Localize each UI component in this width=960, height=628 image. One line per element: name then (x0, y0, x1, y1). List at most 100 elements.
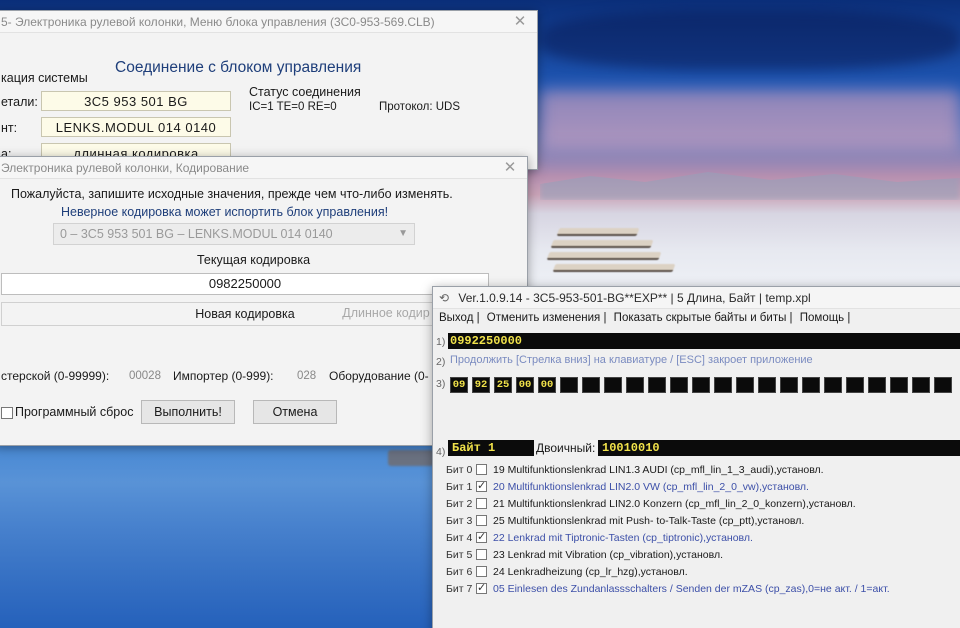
bit-row: Бит 1 20 Multifunktionslenkrad LIN2.0 VW … (446, 478, 809, 495)
bit-description: 20 Multifunktionslenkrad LIN2.0 VW (cp_m… (493, 481, 809, 493)
bit-row: Бит 0 19 Multifunktionslenkrad LIN1.3 AUD… (446, 462, 824, 478)
bit-description: 25 Multifunktionslenkrad mit Push- to-Ta… (493, 515, 805, 527)
bit-label: Бит 7 (446, 583, 473, 595)
importer-value[interactable]: 028 (297, 370, 316, 382)
bit-description: 19 Multifunktionslenkrad LIN1.3 AUDI (cp… (493, 464, 824, 476)
step-1-number: 1) (436, 336, 446, 348)
soft-reset-label: Программный сброс (15, 405, 134, 419)
empty-byte-cell[interactable] (780, 377, 798, 393)
window-title-bar: 5- Электроника рулевой колонки, Меню бло… (0, 11, 537, 33)
execute-button[interactable]: Выполнить! (141, 400, 235, 424)
coding-warning: Неверное кодировка может испортить блок … (61, 205, 389, 219)
chevron-down-icon: ▼ (398, 228, 408, 239)
menu-item-show-hidden[interactable]: Показать скрытые байты и биты | (614, 312, 793, 324)
close-icon[interactable]: ✕ (501, 157, 519, 178)
byte-cell-4[interactable]: 00 (538, 377, 556, 393)
bit-description: 23 Lenkrad mit Vibration (cp_vibration),… (493, 549, 724, 561)
byte-cell-3[interactable]: 00 (516, 377, 534, 393)
equipment-label: Оборудование (0- (329, 369, 429, 383)
cancel-button[interactable]: Отмена (253, 400, 337, 424)
byte-cell-2[interactable]: 25 (494, 377, 512, 393)
connection-status-title: Статус соединения (249, 85, 361, 99)
byte-cell-0[interactable]: 09 (450, 377, 468, 393)
empty-byte-cell[interactable] (626, 377, 644, 393)
bit-row: Бит 3 25 Multifunktionslenkrad mit Push- … (446, 513, 804, 529)
window-title: Электроника рулевой колонки, Кодирование (1, 161, 250, 175)
empty-byte-cell[interactable] (934, 377, 952, 393)
empty-byte-cell[interactable] (582, 377, 600, 393)
wallpaper-driftwood (546, 228, 678, 288)
byte-label-field: Байт 1 (448, 440, 534, 456)
bit-row: Бит 5 23 Lenkrad mit Vibration (cp_vibrat… (446, 547, 723, 563)
control-unit-select[interactable]: 0 – 3C5 953 501 BG – LENKS.MODUL 014 014… (53, 223, 415, 245)
empty-byte-cell[interactable] (648, 377, 666, 393)
part-number-field: 3C5 953 501 BG (41, 91, 231, 111)
bit-description: 05 Einlesen des Zundanlassschalters / Se… (493, 583, 890, 595)
step-3-number: 3) (436, 378, 446, 390)
empty-byte-cell[interactable] (758, 377, 776, 393)
empty-byte-cell[interactable] (868, 377, 886, 393)
app-icon: ⟲ (439, 291, 450, 305)
bit-label: Бит 5 (446, 549, 473, 561)
empty-byte-cell[interactable] (692, 377, 710, 393)
step-4-number: 4) (436, 446, 446, 458)
bit-checkbox[interactable] (476, 498, 487, 509)
empty-byte-cell[interactable] (714, 377, 732, 393)
bit-checkbox[interactable] (476, 464, 487, 475)
empty-byte-cell[interactable] (736, 377, 754, 393)
coding-value-field[interactable]: 0992250000 (448, 333, 960, 349)
bit-row: Бит 6 24 Lenkradheizung (cp_lr_hzg),устан… (446, 564, 688, 580)
empty-byte-cell[interactable] (604, 377, 622, 393)
bit-label: Бит 2 (446, 498, 473, 510)
importer-label: Импортер (0-999): (173, 369, 274, 383)
bit-label: Бит 1 (446, 481, 473, 493)
window-title-bar: Электроника рулевой колонки, Кодирование… (0, 157, 527, 179)
menu-item-exit[interactable]: Выход | (439, 312, 480, 324)
empty-byte-cell[interactable] (560, 377, 578, 393)
bit-description: 24 Lenkradheizung (cp_lr_hzg),установл. (493, 566, 688, 578)
bit-row: Бит 2 21 Multifunktionslenkrad LIN2.0 Kon… (446, 496, 856, 512)
workshop-code-label: стерской (0-99999): (1, 369, 110, 383)
component-label: нт: (1, 121, 18, 135)
menu-item-help[interactable]: Помощь | (800, 312, 851, 324)
empty-byte-cell[interactable] (824, 377, 842, 393)
empty-byte-cell[interactable] (846, 377, 864, 393)
empty-byte-cell[interactable] (670, 377, 688, 393)
step-2-number: 2) (436, 356, 446, 368)
protocol-label: Протокол: UDS (379, 101, 461, 113)
control-unit-menu-window: 5- Электроника рулевой колонки, Меню бло… (0, 10, 538, 170)
empty-byte-cell[interactable] (912, 377, 930, 393)
bit-label: Бит 3 (446, 515, 473, 527)
bit-row: Бит 7 05 Einlesen des Zundanlassschalters… (446, 580, 890, 597)
bit-checkbox[interactable] (476, 515, 487, 526)
continue-hint: Продолжить [Стрелка вниз] на клавиатуре … (450, 354, 813, 366)
bit-label: Бит 4 (446, 532, 473, 544)
current-coding-field[interactable]: 0982250000 (1, 273, 489, 295)
bit-checkbox[interactable] (476, 566, 487, 577)
bit-checkbox[interactable] (476, 580, 487, 596)
current-coding-label: Текущая кодировка (197, 253, 311, 267)
window-title: Ver.1.0.9.14 - 3C5-953-501-BG**EXP** | 5… (458, 291, 811, 305)
bit-description: 22 Lenkrad mit Tiptronic-Tasten (cp_tipt… (493, 532, 753, 544)
bit-description: 21 Multifunktionslenkrad LIN2.0 Konzern … (493, 498, 856, 510)
binary-label: Двоичный: (536, 441, 596, 455)
bit-checkbox[interactable] (476, 549, 487, 560)
connection-status-values: IC=1 TE=0 RE=0 (249, 101, 337, 113)
binary-value-field[interactable]: 10010010 (598, 440, 960, 456)
control-unit-select-value: 0 – 3C5 953 501 BG – LENKS.MODUL 014 014… (60, 227, 333, 241)
byte-cell-1[interactable]: 92 (472, 377, 490, 393)
system-label: кация системы (1, 71, 88, 85)
long-coding-button[interactable]: Длинное кодир (331, 302, 441, 326)
backup-warning: Пожалуйста, запишите исходные значения, … (11, 187, 453, 201)
bit-checkbox[interactable] (476, 478, 487, 494)
workshop-code-value[interactable]: 00028 (129, 370, 161, 382)
empty-byte-cell[interactable] (802, 377, 820, 393)
close-icon[interactable]: ✕ (511, 11, 529, 32)
window-title: 5- Электроника рулевой колонки, Меню бло… (1, 15, 435, 29)
wallpaper-rock (388, 450, 434, 466)
soft-reset-checkbox[interactable] (1, 407, 13, 419)
empty-byte-cell[interactable] (890, 377, 908, 393)
bit-checkbox[interactable] (476, 529, 487, 545)
menu-item-undo[interactable]: Отменить изменения | (487, 312, 607, 324)
component-field: LENKS.MODUL 014 0140 (41, 117, 231, 137)
